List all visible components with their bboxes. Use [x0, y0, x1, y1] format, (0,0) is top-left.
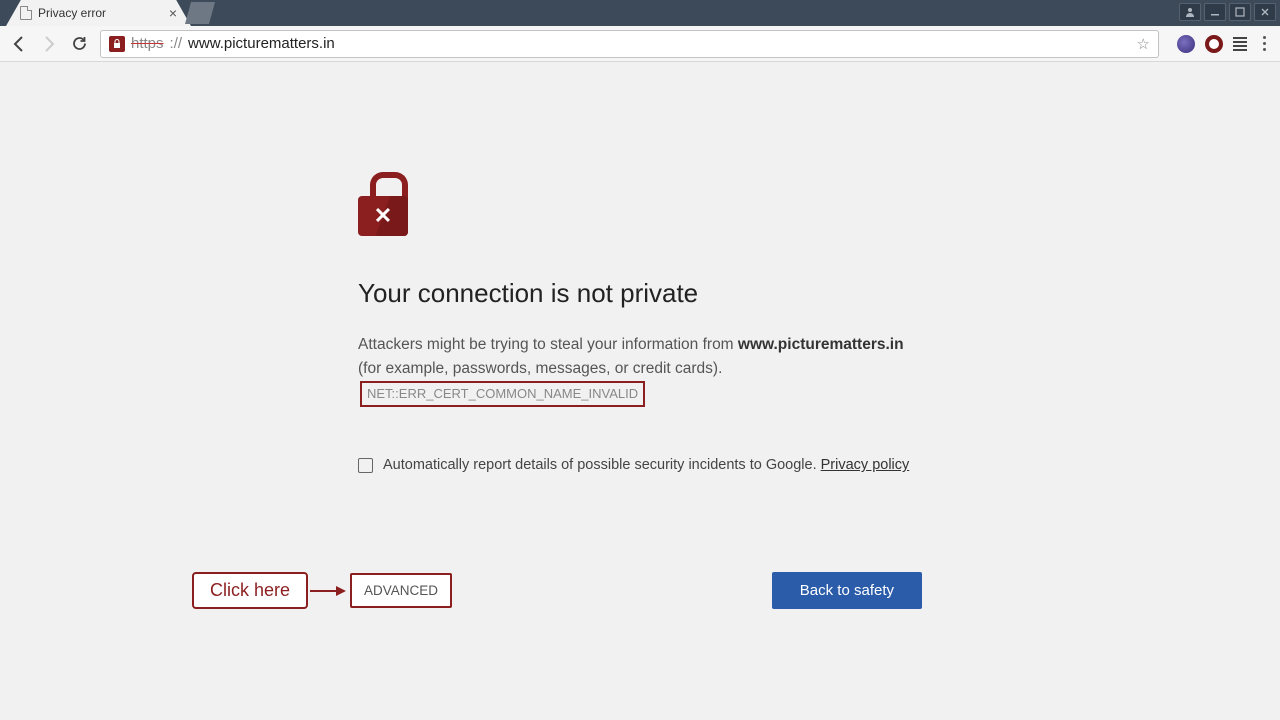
extensions [1177, 35, 1247, 53]
annotation-arrow-icon [310, 586, 346, 596]
browser-tab[interactable]: Privacy error × [6, 0, 191, 26]
warning-panel: ✕ Your connection is not private Attacke… [358, 172, 928, 473]
menu-button[interactable] [1259, 36, 1270, 51]
minimize-button[interactable] [1204, 3, 1226, 21]
url-protocol: https [131, 35, 164, 52]
titlebar: Privacy error × [0, 0, 1280, 26]
lock-error-icon: ✕ [358, 172, 408, 236]
warning-paragraph: Attackers might be trying to steal your … [358, 333, 928, 407]
insecure-icon [109, 36, 125, 52]
reload-button[interactable] [70, 35, 88, 53]
bookmark-icon[interactable]: ☆ [1137, 35, 1150, 53]
back-to-safety-button[interactable]: Back to safety [772, 572, 922, 609]
report-label: Automatically report details of possible… [383, 457, 909, 473]
file-icon [20, 6, 32, 20]
privacy-policy-link[interactable]: Privacy policy [821, 457, 910, 473]
close-tab-icon[interactable]: × [169, 5, 177, 21]
close-window-button[interactable] [1254, 3, 1276, 21]
advanced-button[interactable]: ADVANCED [350, 573, 452, 608]
extension-icon-2[interactable] [1205, 35, 1223, 53]
annotation-click-here: Click here [192, 572, 308, 609]
extension-icon-3[interactable] [1233, 37, 1247, 51]
warning-text-suffix: (for example, passwords, messages, or cr… [358, 360, 722, 377]
browser-toolbar: https :// www.picturematters.in ☆ [0, 26, 1280, 62]
page-content: ✕ Your connection is not private Attacke… [0, 62, 1280, 720]
back-button[interactable] [10, 35, 28, 53]
warning-text-prefix: Attackers might be trying to steal your … [358, 336, 738, 353]
tab-title: Privacy error [38, 6, 163, 20]
url-host: www.picturematters.in [188, 35, 335, 52]
forward-button [40, 35, 58, 53]
url-separator: :// [170, 35, 183, 52]
warning-domain: www.picturematters.in [738, 336, 904, 353]
extension-icon-1[interactable] [1177, 35, 1195, 53]
new-tab-button[interactable] [185, 2, 215, 24]
url-bar[interactable]: https :// www.picturematters.in ☆ [100, 30, 1159, 58]
report-row: Automatically report details of possible… [358, 457, 928, 473]
window-controls [1179, 3, 1276, 21]
button-row: Click here ADVANCED Back to safety [192, 572, 922, 609]
warning-heading: Your connection is not private [358, 278, 928, 309]
maximize-button[interactable] [1229, 3, 1251, 21]
user-icon[interactable] [1179, 3, 1201, 21]
report-checkbox[interactable] [358, 458, 373, 473]
error-code: NET::ERR_CERT_COMMON_NAME_INVALID [360, 381, 645, 407]
